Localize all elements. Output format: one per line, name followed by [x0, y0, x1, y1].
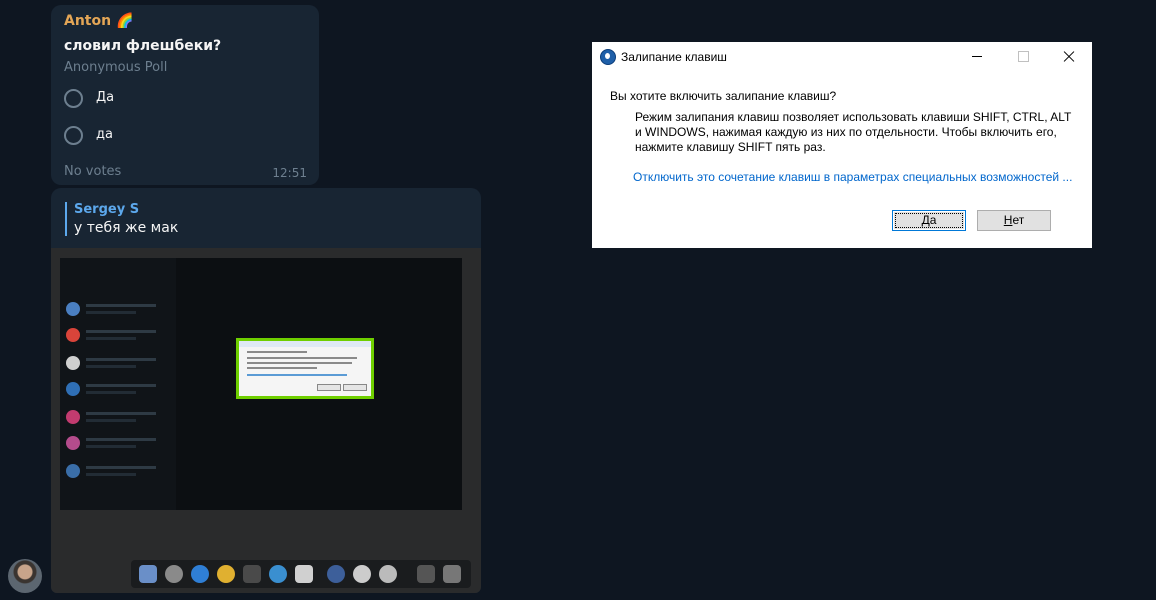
reply-message: Sergey S у тебя же мак: [51, 188, 481, 593]
poll-type: Anonymous Poll: [64, 60, 168, 75]
message-text: у тебя же мак: [74, 220, 179, 236]
photo-chat-row: [66, 408, 172, 426]
poll-question: словил флешбеки?: [64, 38, 222, 54]
quote-bar: [65, 202, 67, 236]
accessibility-settings-link[interactable]: Отключить это сочетание клавиш в парамет…: [633, 170, 1072, 184]
yes-accelerator: Д: [921, 213, 930, 227]
poll-option-label: да: [96, 127, 113, 142]
photo-avatar: [66, 356, 80, 370]
close-icon[interactable]: [1046, 42, 1092, 70]
photo-avatar: [66, 302, 80, 316]
photo-screen-content: [60, 258, 462, 510]
photo-avatar: [66, 382, 80, 396]
message-photo[interactable]: [51, 248, 481, 593]
photo-avatar: [66, 436, 80, 450]
sender-name[interactable]: Anton 🌈: [64, 13, 133, 29]
photo-avatar: [66, 328, 80, 342]
photo-chat-row: [66, 434, 172, 452]
photo-avatar: [66, 410, 80, 424]
no-label: ет: [1012, 213, 1025, 227]
yes-button[interactable]: Да: [892, 210, 966, 231]
radio-icon[interactable]: [64, 89, 83, 108]
maximize-icon[interactable]: [1000, 42, 1046, 70]
poll-message: Anton 🌈 словил флешбеки? Anonymous Poll …: [51, 5, 319, 185]
photo-chat-row: [66, 462, 172, 480]
photo-chat-row: [66, 300, 172, 318]
dialog-title: Залипание клавиш: [621, 50, 727, 64]
photo-dock: [131, 560, 471, 588]
photo-chat-list: [60, 258, 176, 510]
photo-avatar: [66, 464, 80, 478]
message-time: 12:51: [272, 166, 307, 180]
no-button[interactable]: Нет: [977, 210, 1051, 231]
dialog-titlebar[interactable]: Залипание клавиш: [592, 42, 1092, 70]
photo-chat-row: [66, 380, 172, 398]
dialog-description: Режим залипания клавиш позволяет использ…: [635, 110, 1072, 154]
dialog-question: Вы хотите включить залипание клавиш?: [610, 89, 837, 103]
radio-icon[interactable]: [64, 126, 83, 145]
sticky-keys-dialog: Залипание клавиш Вы хотите включить зали…: [592, 42, 1092, 248]
keyboard-accessibility-icon: [600, 49, 616, 65]
avatar[interactable]: [8, 559, 42, 593]
photo-mini-dialog: [236, 338, 374, 399]
poll-votes: No votes: [64, 164, 122, 179]
photo-chat-row: [66, 326, 172, 344]
photo-chat-row: [66, 354, 172, 372]
quote-author[interactable]: Sergey S: [74, 202, 139, 217]
yes-label: а: [929, 213, 937, 227]
poll-option-label: Да: [96, 90, 115, 105]
minimize-icon[interactable]: [954, 42, 1000, 70]
